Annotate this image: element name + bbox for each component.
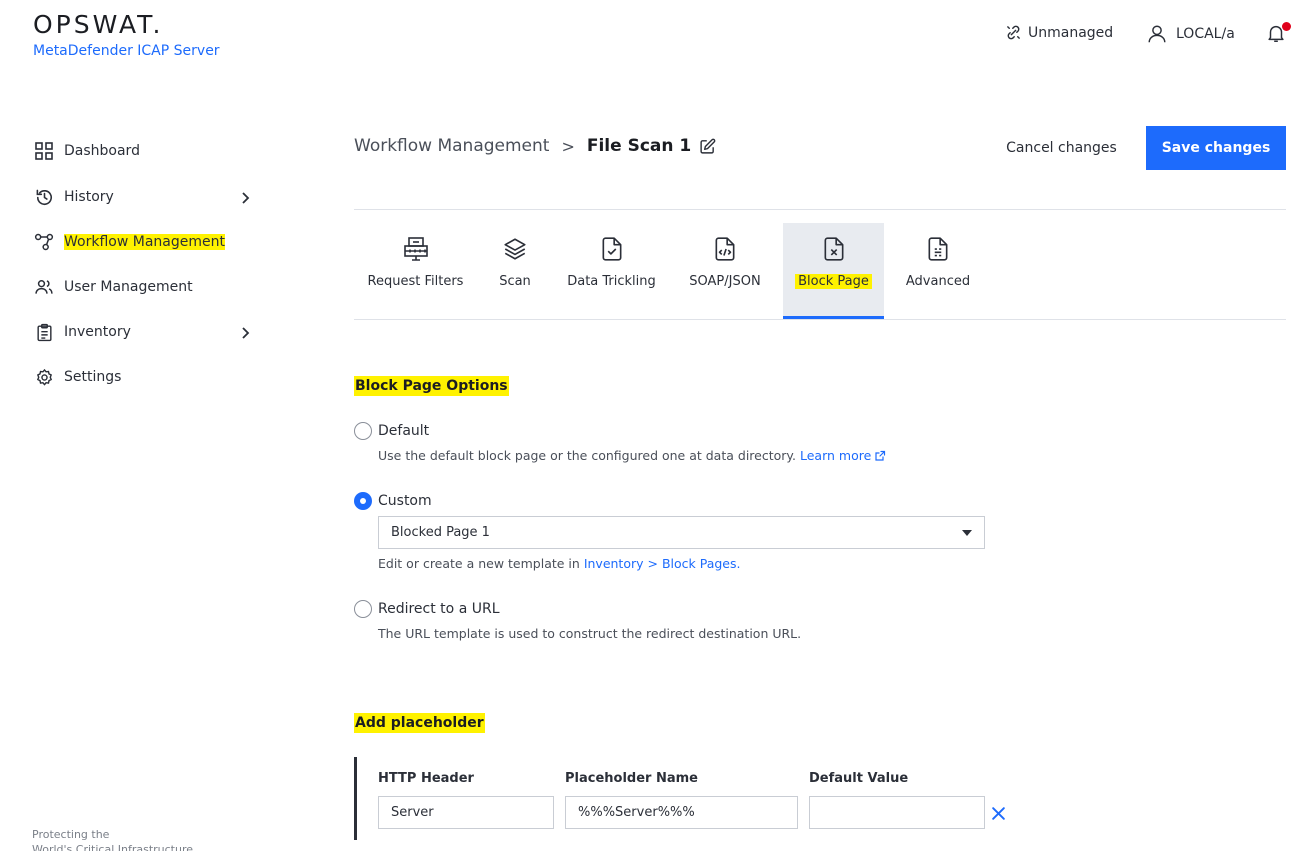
logo-wordmark: OPSWAT. — [33, 10, 164, 39]
tab-label: Request Filters — [367, 274, 464, 289]
sidebar-item-workflow-management[interactable]: Workflow Management — [33, 231, 225, 253]
edit-icon[interactable] — [699, 138, 716, 155]
save-changes-button[interactable]: Save changes — [1146, 126, 1286, 170]
users-icon — [33, 276, 55, 298]
radio-description: Use the default block page or the config… — [378, 448, 886, 463]
sidebar-item-label: Dashboard — [64, 143, 140, 159]
sidebar-item-label: Workflow Management — [64, 234, 225, 250]
file-x-icon — [821, 235, 847, 263]
radio-button[interactable] — [354, 422, 372, 440]
footer-line: Protecting the — [32, 828, 110, 841]
footer-line: World's Critical Infrastructure — [32, 843, 194, 851]
sidebar-item-user-management[interactable]: User Management — [33, 276, 193, 298]
user-menu[interactable]: LOCAL/a — [1146, 23, 1235, 45]
sidebar-item-label: History — [64, 189, 114, 205]
placeholder-name-input[interactable] — [565, 796, 798, 829]
sidebar-item-label: Inventory — [64, 324, 131, 340]
sidebar-item-label: Settings — [64, 369, 122, 385]
caret-down-icon — [962, 530, 972, 536]
block-page-select[interactable]: Blocked Page 1 — [378, 516, 985, 549]
column-header-default-value: Default Value — [809, 771, 909, 786]
radio-default[interactable]: Default — [354, 422, 429, 440]
learn-more-link[interactable]: Learn more — [800, 448, 886, 463]
remove-row-icon[interactable] — [991, 806, 1006, 821]
breadcrumb: Workflow Management > File Scan 1 — [354, 136, 716, 156]
description-text: Use the default block page or the config… — [378, 448, 796, 463]
notifications-button[interactable] — [1265, 22, 1291, 44]
clipboard-icon — [33, 321, 55, 343]
description-text: The URL template is used to construct th… — [378, 626, 802, 641]
tab-request-filters[interactable]: Request Filters — [364, 223, 467, 319]
tab-soap-json[interactable]: SOAP/JSON — [684, 223, 766, 319]
layers-icon — [502, 235, 528, 263]
column-header-http-header: HTTP Header — [378, 771, 474, 786]
cancel-changes-button[interactable]: Cancel changes — [993, 127, 1130, 169]
unlink-icon — [1005, 24, 1022, 41]
radio-description: The URL template is used to construct th… — [378, 626, 801, 641]
column-header-placeholder-name: Placeholder Name — [565, 771, 698, 786]
sidebar-item-label: User Management — [64, 279, 193, 295]
block-page-options-title: Block Page Options — [354, 376, 509, 396]
tab-label: Data Trickling — [567, 274, 656, 289]
tab-label: Block Page — [795, 274, 872, 289]
placeholder-group-bar — [354, 757, 357, 840]
radio-button[interactable] — [354, 600, 372, 618]
history-icon — [33, 186, 55, 208]
tab-label: SOAP/JSON — [689, 274, 761, 289]
sidebar-item-settings[interactable]: Settings — [33, 366, 121, 388]
grid-icon — [33, 140, 55, 162]
brand-logo[interactable]: OPSWAT. MetaDefender ICAP Server — [33, 10, 220, 59]
unmanaged-label: Unmanaged — [1028, 24, 1114, 41]
request-filter-icon — [402, 235, 430, 263]
default-value-input[interactable] — [809, 796, 985, 829]
workflow-icon — [33, 231, 55, 253]
tab-advanced[interactable]: Advanced — [903, 223, 973, 319]
file-code-icon — [712, 235, 738, 263]
sidebar-item-inventory[interactable]: Inventory — [33, 321, 131, 343]
tab-label: Scan — [499, 274, 531, 289]
breadcrumb-root-link[interactable]: Workflow Management — [354, 136, 549, 156]
inventory-block-pages-link[interactable]: Inventory > Block Pages. — [584, 556, 741, 571]
tab-data-trickling[interactable]: Data Trickling — [564, 223, 659, 319]
tab-block-page[interactable]: Block Page — [783, 223, 884, 319]
tab-label: Advanced — [905, 274, 971, 289]
radio-redirect-url[interactable]: Redirect to a URL — [354, 600, 500, 618]
user-label: LOCAL/a — [1176, 26, 1235, 42]
description-text: Edit or create a new template in — [378, 556, 584, 571]
radio-custom[interactable]: Custom — [354, 492, 432, 510]
breadcrumb-separator: > — [561, 136, 575, 156]
file-settings-icon — [925, 235, 951, 263]
external-link-icon — [874, 450, 886, 462]
chevron-right-icon[interactable] — [238, 191, 252, 205]
file-check-icon — [599, 235, 625, 263]
radio-label: Default — [378, 423, 430, 439]
notification-dot — [1282, 22, 1291, 31]
sidebar-footer: Protecting the World's Critical Infrastr… — [32, 827, 193, 851]
http-header-input[interactable] — [378, 796, 554, 829]
radio-label: Redirect to a URL — [378, 601, 500, 617]
learn-more-label: Learn more — [799, 448, 872, 463]
unmanaged-status[interactable]: Unmanaged — [1005, 24, 1113, 41]
gear-icon — [33, 366, 55, 388]
user-icon — [1146, 23, 1168, 45]
radio-label: Custom — [378, 493, 432, 509]
chevron-right-icon[interactable] — [238, 326, 252, 340]
divider — [354, 209, 1286, 210]
select-value: Blocked Page 1 — [391, 525, 490, 540]
tab-scan[interactable]: Scan — [490, 223, 540, 319]
page-title: File Scan 1 — [586, 136, 692, 156]
sidebar-item-history[interactable]: History — [33, 186, 114, 208]
add-placeholder-title: Add placeholder — [354, 713, 485, 733]
sidebar-item-dashboard[interactable]: Dashboard — [33, 140, 140, 162]
divider — [354, 319, 1286, 320]
radio-button[interactable] — [354, 492, 372, 510]
product-name: MetaDefender ICAP Server — [33, 43, 220, 59]
radio-description: Edit or create a new template in Invento… — [378, 556, 740, 571]
